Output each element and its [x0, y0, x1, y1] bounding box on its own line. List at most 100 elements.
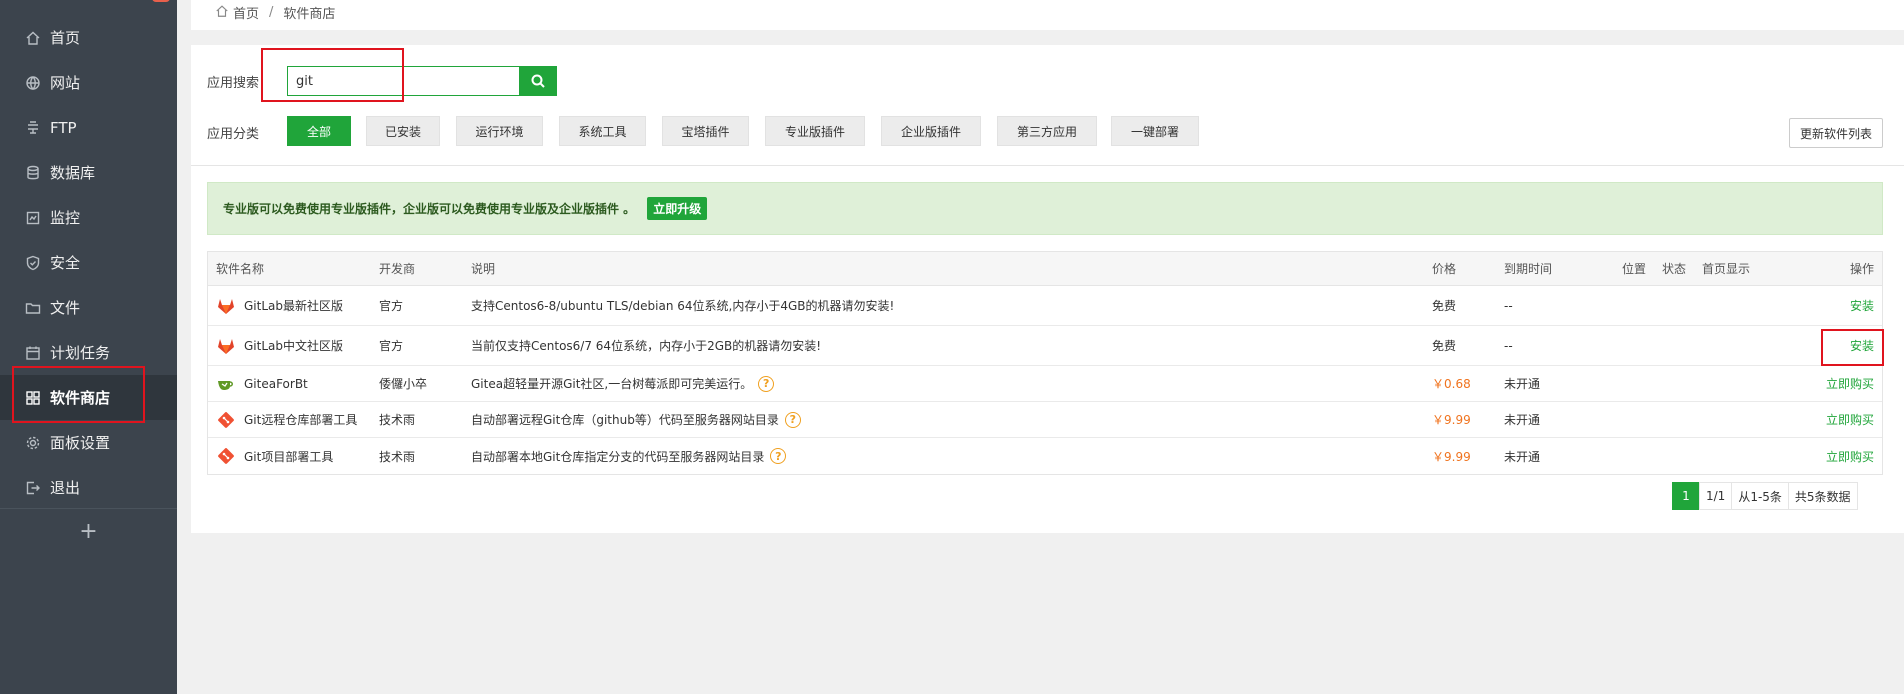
category-all[interactable]: 全部	[287, 116, 351, 146]
row-description-cell: 自动部署本地Git仓库指定分支的代码至服务器网站目录 ?	[471, 438, 787, 474]
search-button[interactable]	[519, 66, 557, 96]
sidebar-item-label: 首页	[50, 29, 81, 47]
header-developer: 开发商	[379, 262, 416, 276]
row-developer: 倭儸小卒	[379, 377, 428, 391]
row-expire: 未开通	[1504, 449, 1541, 464]
software-table: 软件名称 开发商 说明 价格 到期时间 位置 状态 首页显示 操作 GitLab…	[207, 251, 1883, 475]
sidebar-item-security[interactable]: 安全	[0, 240, 177, 285]
row-name: Git远程仓库部署工具	[244, 413, 358, 427]
category-bt-plugins[interactable]: 宝塔插件	[662, 116, 749, 146]
header-name: 软件名称	[216, 262, 265, 276]
header-description: 说明	[471, 262, 496, 276]
home-icon	[215, 4, 233, 20]
page-current[interactable]: 1	[1672, 482, 1700, 510]
help-icon[interactable]: ?	[770, 448, 787, 464]
header-position: 位置	[1622, 262, 1647, 276]
row-expire: --	[1504, 338, 1513, 353]
row-name-cell: Git项目部署工具	[216, 438, 333, 474]
sidebar-item-label: 数据库	[50, 164, 96, 182]
gear-icon	[24, 434, 42, 452]
category-runtime[interactable]: 运行环境	[456, 116, 543, 146]
row-expire: 未开通	[1504, 413, 1541, 427]
category-label: 应用分类	[207, 127, 260, 142]
home-icon	[24, 29, 42, 47]
row-price: ￥9.99	[1432, 413, 1471, 427]
software-store-panel: 应用搜索 应用分类 全部 已安装 运行环境 系统工具 宝塔插件 专业版插件 企业…	[191, 45, 1904, 533]
table-row: GitLab最新社区版 官方 支持Centos6-8/ubuntu TLS/de…	[208, 286, 1882, 326]
sidebar-item-label: 监控	[50, 209, 81, 227]
row-developer: 官方	[379, 339, 404, 353]
pagination: 1 1/1 从1-5条 共5条数据	[1672, 482, 1858, 510]
row-developer: 技术雨	[379, 413, 416, 427]
breadcrumb-current: 软件商店	[283, 6, 336, 22]
row-name-cell: GitLab最新社区版	[216, 286, 343, 325]
buy-now-button[interactable]: 立即购买	[1826, 366, 1874, 401]
header-expire: 到期时间	[1504, 262, 1553, 276]
table-row: GiteaForBt 倭儸小卒 Gitea超轻量开源Git社区,一台树莓派即可完…	[208, 366, 1882, 402]
row-name-cell: GiteaForBt	[216, 366, 308, 401]
row-name: Git项目部署工具	[244, 449, 334, 464]
category-third-party[interactable]: 第三方应用	[997, 116, 1097, 146]
folder-icon	[24, 299, 42, 317]
sidebar-item-label: 退出	[50, 479, 81, 497]
header-operation: 操作	[1849, 262, 1874, 276]
sidebar-item-ftp[interactable]: FTP	[0, 105, 177, 150]
row-name: GitLab中文社区版	[244, 339, 343, 353]
breadcrumb-home-link[interactable]: 首页	[233, 3, 259, 22]
git-icon	[216, 410, 236, 430]
row-name: GitLab最新社区版	[244, 299, 343, 313]
upgrade-button[interactable]: 立即升级	[647, 197, 708, 220]
table-row: Git项目部署工具 技术雨 自动部署本地Git仓库指定分支的代码至服务器网站目录…	[208, 438, 1882, 474]
row-description: 当前仅支持Centos6/7 64位系统，内存小于2GB的机器请勿安装!	[471, 339, 822, 353]
install-button[interactable]: 安装	[1850, 286, 1874, 325]
row-name-cell: Git远程仓库部署工具	[216, 402, 357, 437]
sidebar-divider	[0, 508, 177, 509]
annotation-highlight-sidebar	[12, 366, 145, 423]
row-price: ￥9.99	[1432, 449, 1471, 464]
help-icon[interactable]: ?	[784, 411, 801, 428]
header-state: 状态	[1662, 262, 1687, 276]
row-expire: --	[1504, 298, 1513, 313]
sidebar-item-website[interactable]: 网站	[0, 60, 177, 105]
category-one-click-deploy[interactable]: 一键部署	[1111, 116, 1199, 146]
sidebar-item-label: 面板设置	[50, 434, 111, 452]
breadcrumb-separator: /	[269, 4, 274, 20]
sidebar: 首页 网站 FTP 数据库 监控 安全 文件 计划任务 软件商店 面板设置 退出…	[0, 0, 177, 694]
page-count: 1/1	[1699, 482, 1733, 510]
category-pro-plugins[interactable]: 专业版插件	[765, 116, 865, 146]
annotation-highlight-install	[1821, 329, 1884, 366]
page-range: 从1-5条	[1731, 482, 1789, 510]
category-system-tools[interactable]: 系统工具	[559, 116, 646, 146]
gitea-icon	[216, 374, 236, 394]
row-expire: 未开通	[1504, 377, 1541, 391]
notice-text: 专业版可以免费使用专业版插件，企业版可以免费使用专业版及企业版插件 。	[223, 202, 636, 216]
row-description: 支持Centos6-8/ubuntu TLS/debian 64位系统,内存小于…	[471, 299, 895, 313]
search-label: 应用搜索	[207, 76, 260, 91]
row-description-cell: 自动部署远程Git仓库（github等）代码至服务器网站目录 ?	[471, 402, 801, 437]
row-developer: 官方	[379, 299, 404, 313]
help-icon[interactable]: ?	[758, 375, 775, 392]
row-name: GiteaForBt	[244, 376, 308, 391]
buy-now-button[interactable]: 立即购买	[1826, 402, 1874, 437]
add-menu-button[interactable]: +	[0, 518, 177, 546]
sidebar-item-monitor[interactable]: 监控	[0, 195, 177, 240]
refresh-software-list-button[interactable]: 更新软件列表	[1789, 118, 1883, 148]
page-total: 共5条数据	[1787, 482, 1858, 510]
sidebar-item-database[interactable]: 数据库	[0, 150, 177, 195]
sidebar-item-logout[interactable]: 退出	[0, 465, 177, 510]
gitlab-icon	[216, 296, 236, 316]
content-background	[191, 533, 1904, 694]
sidebar-item-files[interactable]: 文件	[0, 285, 177, 330]
category-enterprise-plugins[interactable]: 企业版插件	[881, 116, 981, 146]
gitlab-icon	[216, 336, 236, 356]
row-description: 自动部署远程Git仓库（github等）代码至服务器网站目录	[471, 413, 779, 427]
globe-icon	[24, 74, 42, 92]
sidebar-item-label: 计划任务	[50, 344, 111, 362]
buy-now-button[interactable]: 立即购买	[1826, 438, 1874, 474]
annotation-highlight-search	[261, 48, 404, 102]
row-description-cell: Gitea超轻量开源Git社区,一台树莓派即可完美运行。 ?	[471, 366, 775, 401]
sidebar-item-home[interactable]: 首页	[0, 15, 177, 60]
sidebar-item-panel-settings[interactable]: 面板设置	[0, 420, 177, 465]
category-installed[interactable]: 已安装	[366, 116, 440, 146]
notification-badge	[152, 0, 170, 2]
